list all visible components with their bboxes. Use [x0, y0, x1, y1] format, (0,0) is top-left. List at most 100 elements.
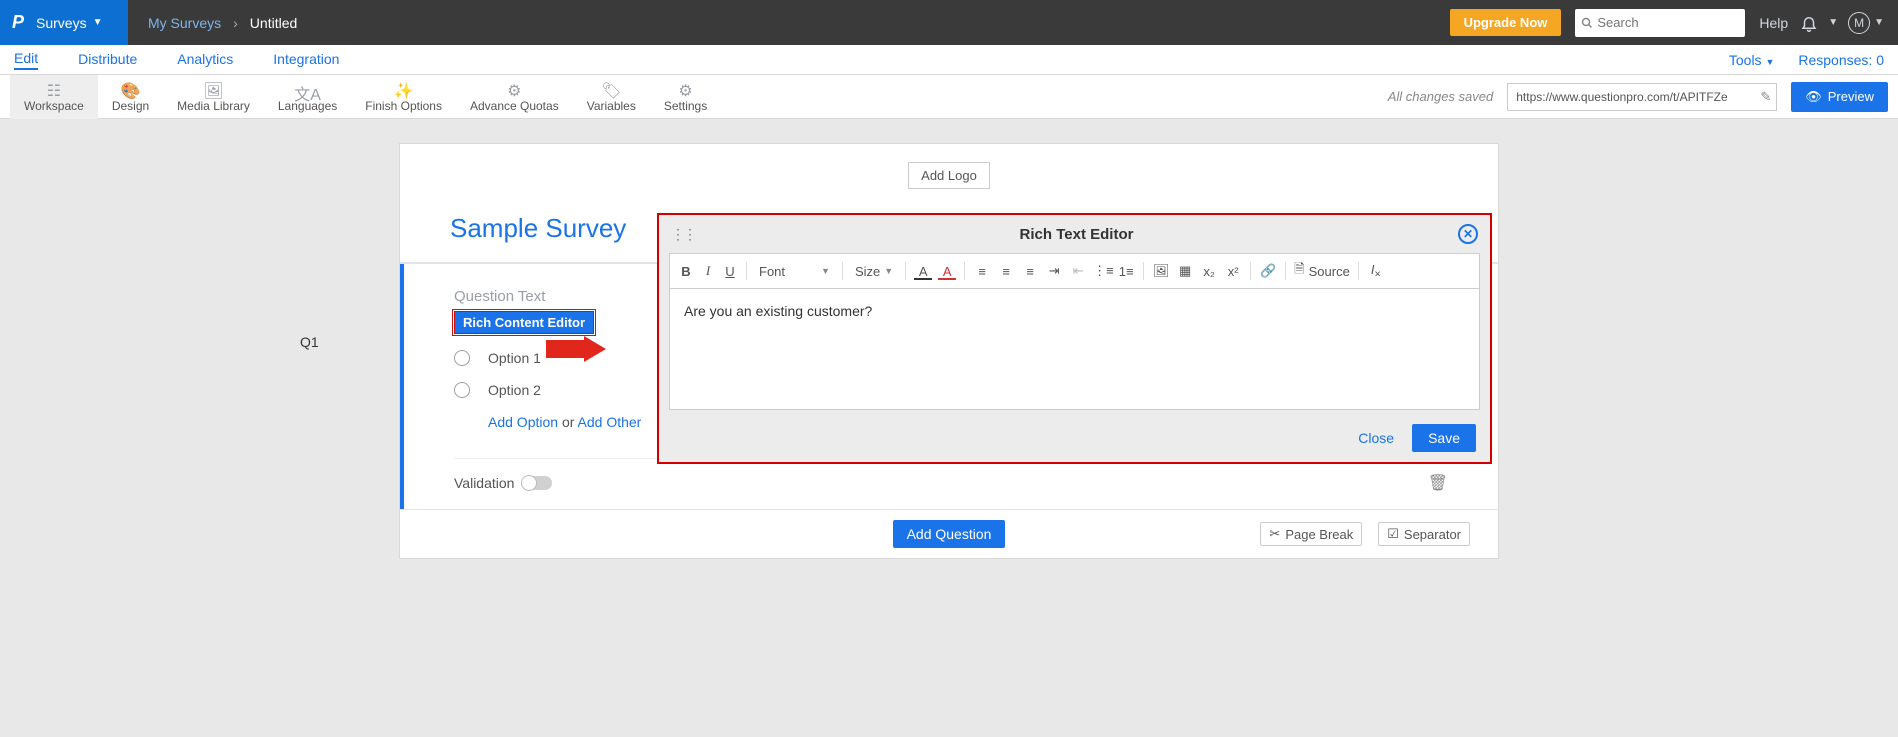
- responses-link[interactable]: Responses: 0: [1798, 52, 1884, 68]
- rich-content-editor-button[interactable]: Rich Content Editor: [454, 311, 594, 334]
- subscript-button[interactable]: x₂: [1200, 264, 1218, 279]
- question-wrap: Q1 Question Text Rich Content Editor Opt…: [400, 263, 1498, 509]
- source-icon: 🗎: [1294, 260, 1304, 282]
- outdent-button[interactable]: ⇤: [1069, 263, 1087, 279]
- chevron-right-icon: ›: [233, 15, 238, 31]
- rte-toolbar: B I U Font▼ Size▼ A A ≡ ≡: [670, 254, 1479, 289]
- bgcolor-button[interactable]: A: [914, 264, 932, 279]
- image-button[interactable]: 🖼: [1152, 263, 1170, 279]
- survey-card: Add Logo Sample Survey Q1 Question Text …: [399, 143, 1499, 559]
- page-break-icon: ✂: [1269, 526, 1280, 542]
- wand-icon: ✨: [394, 81, 414, 99]
- rte-close-icon[interactable]: ✕: [1458, 224, 1478, 244]
- tool-quotas[interactable]: ⚙ Advance Quotas: [456, 75, 573, 119]
- rte-close-button[interactable]: Close: [1358, 430, 1394, 446]
- indent-button[interactable]: ⇥: [1045, 263, 1063, 279]
- nav-distribute[interactable]: Distribute: [78, 51, 137, 69]
- tool-settings[interactable]: ⚙ Settings: [650, 75, 721, 119]
- gear-icon: ⚙: [678, 81, 692, 99]
- annotation-arrow-icon: [546, 336, 606, 362]
- align-left-button[interactable]: ≡: [973, 264, 991, 279]
- eye-icon: 👁: [1805, 89, 1822, 105]
- or-text: or: [562, 414, 578, 430]
- drag-handle-icon[interactable]: ⋮⋮: [671, 226, 695, 243]
- rte-header: ⋮⋮ Rich Text Editor ✕: [659, 215, 1490, 253]
- tool-finish[interactable]: ✨ Finish Options: [351, 75, 456, 119]
- source-button[interactable]: 🗎Source: [1294, 260, 1350, 282]
- breadcrumb-current: Untitled: [250, 15, 297, 31]
- trash-icon[interactable]: 🗑: [1428, 473, 1448, 493]
- caret-down-icon[interactable]: ▼: [1828, 17, 1838, 28]
- breadcrumb: My Surveys › Untitled: [148, 15, 297, 31]
- option-label: Option 1: [488, 350, 541, 366]
- validation-label: Validation: [454, 475, 514, 491]
- radio-icon: [454, 350, 470, 366]
- superscript-button[interactable]: x²: [1224, 264, 1242, 279]
- canvas: Add Logo Sample Survey Q1 Question Text …: [0, 119, 1898, 583]
- underline-button[interactable]: U: [722, 262, 738, 281]
- bold-button[interactable]: B: [678, 262, 694, 281]
- separator-button[interactable]: ☑Separator: [1378, 522, 1470, 546]
- tool-design[interactable]: 🎨 Design: [98, 75, 163, 119]
- language-icon: 文A: [294, 81, 321, 99]
- page-break-button[interactable]: ✂Page Break: [1260, 522, 1362, 546]
- help-link[interactable]: Help: [1759, 15, 1788, 31]
- clear-format-button[interactable]: I×: [1367, 262, 1385, 281]
- tool-languages[interactable]: 文A Languages: [264, 75, 351, 119]
- radio-icon: [454, 382, 470, 398]
- rte-content-area[interactable]: Are you an existing customer?: [670, 289, 1479, 409]
- survey-url-wrap: ✎: [1507, 83, 1777, 111]
- question-number: Q1: [300, 334, 319, 350]
- rte-actions: Close Save: [659, 410, 1490, 462]
- bell-icon[interactable]: [1800, 14, 1818, 32]
- avatar[interactable]: M: [1848, 12, 1870, 34]
- nav-edit[interactable]: Edit: [14, 50, 38, 70]
- palette-icon: 🎨: [121, 81, 141, 99]
- breadcrumb-root[interactable]: My Surveys: [148, 15, 221, 31]
- tag-icon: 🏷: [601, 81, 621, 99]
- tool-variables[interactable]: 🏷 Variables: [573, 75, 650, 119]
- align-center-button[interactable]: ≡: [997, 264, 1015, 279]
- product-name: Surveys: [36, 15, 87, 31]
- validation-toggle[interactable]: [522, 476, 552, 490]
- add-question-button[interactable]: Add Question: [893, 520, 1006, 548]
- section-nav: Edit Distribute Analytics Integration To…: [0, 45, 1898, 75]
- search-input[interactable]: [1575, 9, 1745, 37]
- rte-save-button[interactable]: Save: [1412, 424, 1476, 452]
- number-list-button[interactable]: 1≡: [1117, 264, 1135, 279]
- tool-workspace[interactable]: ☷ Workspace: [10, 75, 98, 119]
- quota-icon: ⚙: [507, 81, 521, 99]
- italic-button[interactable]: I: [700, 261, 716, 281]
- font-select[interactable]: Font▼: [755, 262, 834, 281]
- link-button[interactable]: 🔗: [1259, 263, 1277, 279]
- upgrade-button[interactable]: Upgrade Now: [1450, 9, 1562, 36]
- tools-menu[interactable]: Tools ▼: [1729, 52, 1775, 68]
- caret-down-icon: ▼: [93, 17, 103, 28]
- bullet-list-button[interactable]: ⋮≡: [1093, 263, 1111, 279]
- save-status: All changes saved: [1388, 89, 1494, 104]
- question-card: Question Text Rich Content Editor Option…: [400, 264, 1498, 509]
- add-option-link[interactable]: Add Option: [488, 414, 558, 430]
- option-label: Option 2: [488, 382, 541, 398]
- workspace-icon: ☷: [47, 81, 61, 99]
- preview-button[interactable]: 👁 Preview: [1791, 82, 1888, 112]
- align-right-button[interactable]: ≡: [1021, 264, 1039, 279]
- textcolor-button[interactable]: A: [938, 264, 956, 279]
- top-bar: P Surveys ▼ My Surveys › Untitled Upgrad…: [0, 0, 1898, 45]
- edit-toolbar: ☷ Workspace 🎨 Design 🖼 Media Library 文A …: [0, 75, 1898, 119]
- add-question-footer: Add Question ✂Page Break ☑Separator: [400, 509, 1498, 558]
- product-switcher[interactable]: P Surveys ▼: [0, 0, 128, 45]
- caret-down-icon[interactable]: ▼: [1874, 17, 1884, 28]
- pencil-icon[interactable]: ✎: [1760, 89, 1771, 105]
- survey-url-input[interactable]: [1507, 83, 1777, 111]
- size-select[interactable]: Size▼: [851, 262, 897, 281]
- logo-icon: P: [12, 12, 24, 33]
- tool-media[interactable]: 🖼 Media Library: [163, 75, 264, 119]
- table-button[interactable]: ▦: [1176, 263, 1194, 279]
- caret-down-icon: ▼: [1765, 57, 1774, 67]
- add-logo-button[interactable]: Add Logo: [908, 162, 990, 189]
- image-icon: 🖼: [203, 81, 223, 99]
- nav-analytics[interactable]: Analytics: [177, 51, 233, 69]
- add-other-link[interactable]: Add Other: [578, 414, 642, 430]
- nav-integration[interactable]: Integration: [273, 51, 339, 69]
